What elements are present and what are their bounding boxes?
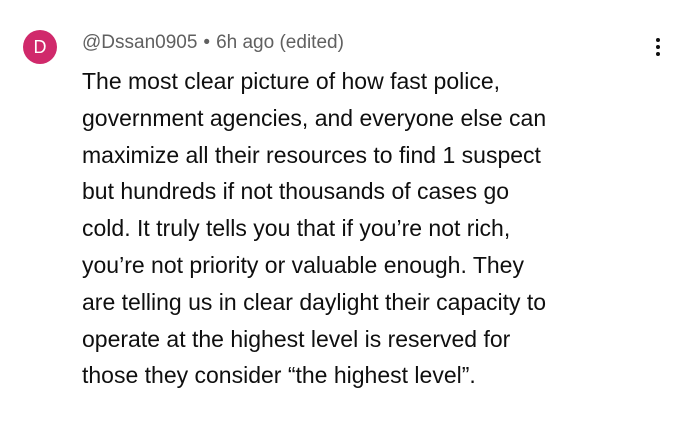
comment-line: operate at the highest level is reserved…	[82, 325, 511, 352]
comment: D @Dssan0905 • 6h ago (edited) The most cl…	[0, 0, 700, 428]
comment-text: The most clear picture of how fast polic…	[82, 63, 672, 394]
separator-dot: •	[203, 32, 211, 53]
comment-line: cold. It truly tells you that if you’re …	[82, 215, 511, 242]
author-name[interactable]: @Dssan0905	[82, 28, 197, 58]
timestamp[interactable]: 6h ago	[216, 28, 274, 58]
more-vertical-icon[interactable]	[645, 30, 671, 64]
menu-dot	[656, 45, 660, 49]
comment-header: @Dssan0905 • 6h ago (edited)	[82, 28, 344, 58]
edited-label: (edited)	[279, 32, 344, 53]
comment-line: government agencies, and everyone else c…	[82, 104, 547, 131]
menu-dot	[656, 38, 660, 42]
comment-line: those they consider “the highest level”.	[82, 362, 476, 389]
comment-line: The most clear picture of how fast polic…	[82, 68, 501, 94]
comment-line: maximize all their resources to find 1 s…	[82, 141, 541, 168]
comment-line: but hundreds if not thousands of cases g…	[82, 178, 510, 205]
comment-line: you’re not priority or valuable enough. …	[82, 251, 524, 278]
avatar[interactable]: D	[23, 30, 57, 64]
comment-line: are telling us in clear daylight their c…	[82, 288, 547, 315]
menu-dot	[656, 52, 660, 56]
